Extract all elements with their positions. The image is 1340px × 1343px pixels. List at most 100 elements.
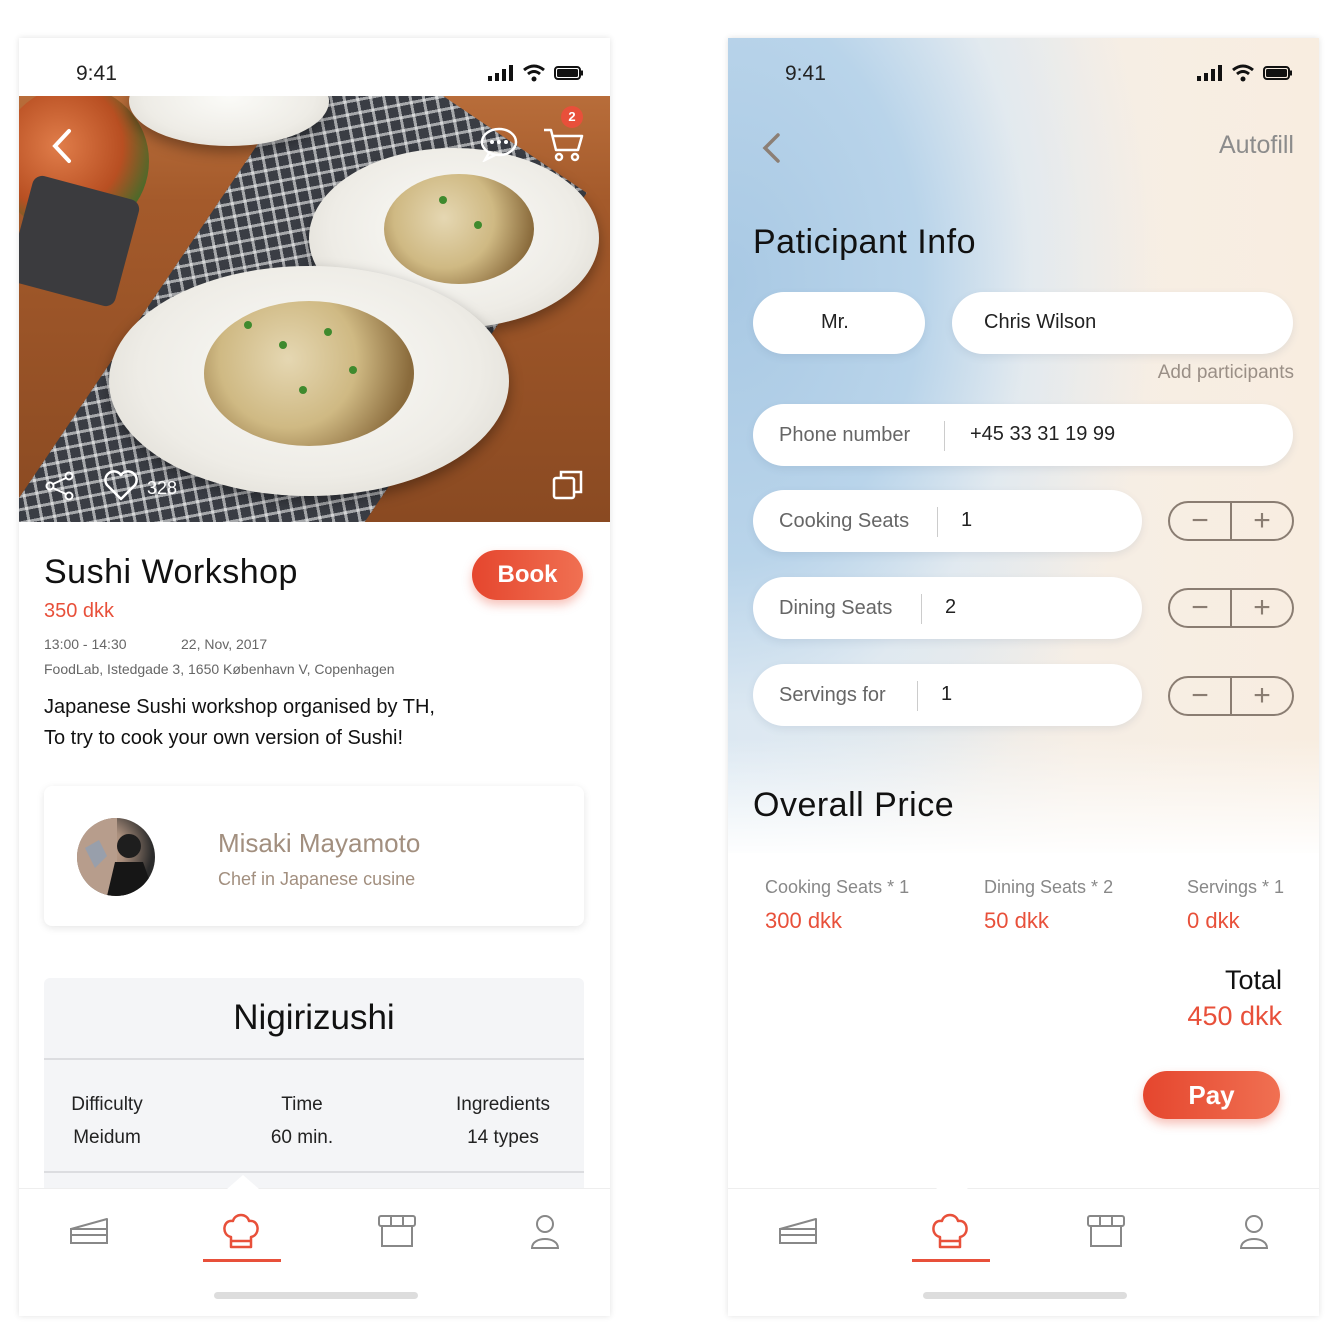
price-value: 50 dkk [984,908,1049,933]
dining-seats-stepper: − + [1168,588,1294,628]
wifi-icon [523,64,545,82]
cake-icon [70,1218,108,1244]
gallery-icon[interactable] [552,469,584,501]
event-title: Sushi Workshop [44,553,298,591]
heart-icon[interactable] [103,468,139,502]
servings-label: Servings for [779,684,886,706]
recipe-title: Nigirizushi [233,998,395,1037]
cooking-seats-label: Cooking Seats [779,510,910,532]
chat-icon[interactable] [479,126,519,162]
increment-button[interactable]: + [1232,678,1292,714]
chef-hat-icon [223,1213,259,1249]
store-icon [378,1215,416,1247]
price-item-dining: Dining Seats * 2 50 dkk [984,877,1113,934]
dining-seats-value: 2 [945,596,957,618]
status-bar: 9:41 [19,38,610,96]
price-label: Cooking Seats * 1 [765,877,910,897]
workshop-detail-screen: 9:41 2 328 Sushi Workshop 350 dkk Book 1… [19,38,610,1316]
event-date: 22, Nov, 2017 [181,636,268,652]
cake-icon [779,1218,817,1244]
price-value: 300 dkk [765,908,843,933]
stat-value: 14 types [467,1127,539,1148]
price-label: Servings * 1 [1187,877,1285,897]
total-label: Total [1224,965,1282,995]
tab-profile[interactable] [515,1209,575,1253]
chef-name: Misaki Mayamoto [218,828,421,858]
stat-label: Ingredients [455,1094,550,1115]
dining-seats-label: Dining Seats [779,597,893,619]
tab-workshops[interactable] [211,1209,271,1253]
phone-label: Phone number [779,424,911,446]
description-line: To try to cook your own version of Sushi… [44,727,404,749]
active-tab-indicator [912,1259,990,1262]
tab-profile[interactable] [1224,1209,1284,1253]
decrement-button[interactable]: − [1170,678,1232,714]
share-icon[interactable] [44,471,76,501]
battery-icon [1263,66,1292,80]
profile-icon [1239,1215,1269,1249]
cooking-seats-stepper: − + [1168,501,1294,541]
like-count: 328 [147,478,178,498]
status-time: 9:41 [785,62,826,85]
price-item-servings: Servings * 1 0 dkk [1187,877,1284,934]
stat-time: Time 60 min. [257,1088,347,1154]
servings-stepper: − + [1168,676,1294,716]
tab-store[interactable] [367,1209,427,1253]
increment-button[interactable]: + [1232,590,1292,626]
name-value: Chris Wilson [984,311,1097,333]
status-time: 9:41 [76,62,117,85]
pay-button[interactable]: Pay [1143,1071,1280,1119]
total-value: 450 dkk [1187,1001,1282,1031]
increment-button[interactable]: + [1232,503,1292,539]
back-arrow-icon[interactable] [49,126,77,166]
price-summary: Cooking Seats * 1 300 dkk Dining Seats *… [728,853,1319,1188]
home-indicator[interactable] [214,1292,418,1299]
bottom-tab-bar [19,1175,610,1316]
divider [44,1058,584,1060]
decrement-button[interactable]: − [1170,503,1232,539]
event-price: 350 dkk [44,600,115,622]
tab-desserts[interactable] [59,1209,119,1253]
cooking-seats-field[interactable]: Cooking Seats 1 [753,490,1142,552]
divider [44,1171,584,1173]
cart-icon[interactable] [542,126,586,162]
chef-role: Chef in Japanese cusine [218,869,416,889]
battery-icon [554,66,583,80]
tab-workshops[interactable] [920,1209,980,1253]
stat-ingredients: Ingredients 14 types [448,1088,558,1154]
description-line: Japanese Sushi workshop organised by TH, [44,696,435,718]
back-arrow-icon[interactable] [758,130,786,170]
chef-card[interactable]: Misaki Mayamoto Chef in Japanese cusine [44,786,584,926]
chef-avatar [77,818,155,896]
home-indicator[interactable] [923,1292,1127,1299]
profile-icon [530,1215,560,1249]
tab-desserts[interactable] [768,1209,828,1253]
cart-badge: 2 [561,106,583,128]
status-bar: 9:41 [728,38,1319,96]
bottom-tab-bar [728,1175,1319,1316]
tab-store[interactable] [1076,1209,1136,1253]
event-description: Japanese Sushi workshop organised by TH,… [44,692,435,754]
active-tab-indicator [203,1259,281,1262]
stat-value: Meidum [73,1127,141,1148]
price-item-cooking: Cooking Seats * 1 300 dkk [765,877,909,934]
price-label: Dining Seats * 2 [984,877,1114,897]
stat-value: 60 min. [270,1127,334,1148]
decrement-button[interactable]: − [1170,590,1232,626]
phone-value: +45 33 31 19 99 [970,423,1116,445]
servings-field[interactable]: Servings for 1 [753,664,1142,726]
hero-image: 2 328 [19,96,610,522]
autofill-button[interactable]: Autofill [1219,131,1294,160]
name-field[interactable]: Chris Wilson [952,292,1293,354]
salutation-select[interactable]: Mr. [753,292,925,354]
dining-seats-field[interactable]: Dining Seats 2 [753,577,1142,639]
participant-info-title: Paticipant Info [753,223,976,261]
book-button[interactable]: Book [472,550,583,600]
stat-label: Difficulty [71,1094,143,1115]
chef-hat-icon [932,1213,968,1249]
phone-field[interactable]: Phone number +45 33 31 19 99 [753,404,1293,466]
price-value: 0 dkk [1187,908,1240,933]
cooking-seats-value: 1 [961,509,973,531]
add-participants-link[interactable]: Add participants [1158,362,1294,384]
stat-label: Time [281,1094,323,1115]
